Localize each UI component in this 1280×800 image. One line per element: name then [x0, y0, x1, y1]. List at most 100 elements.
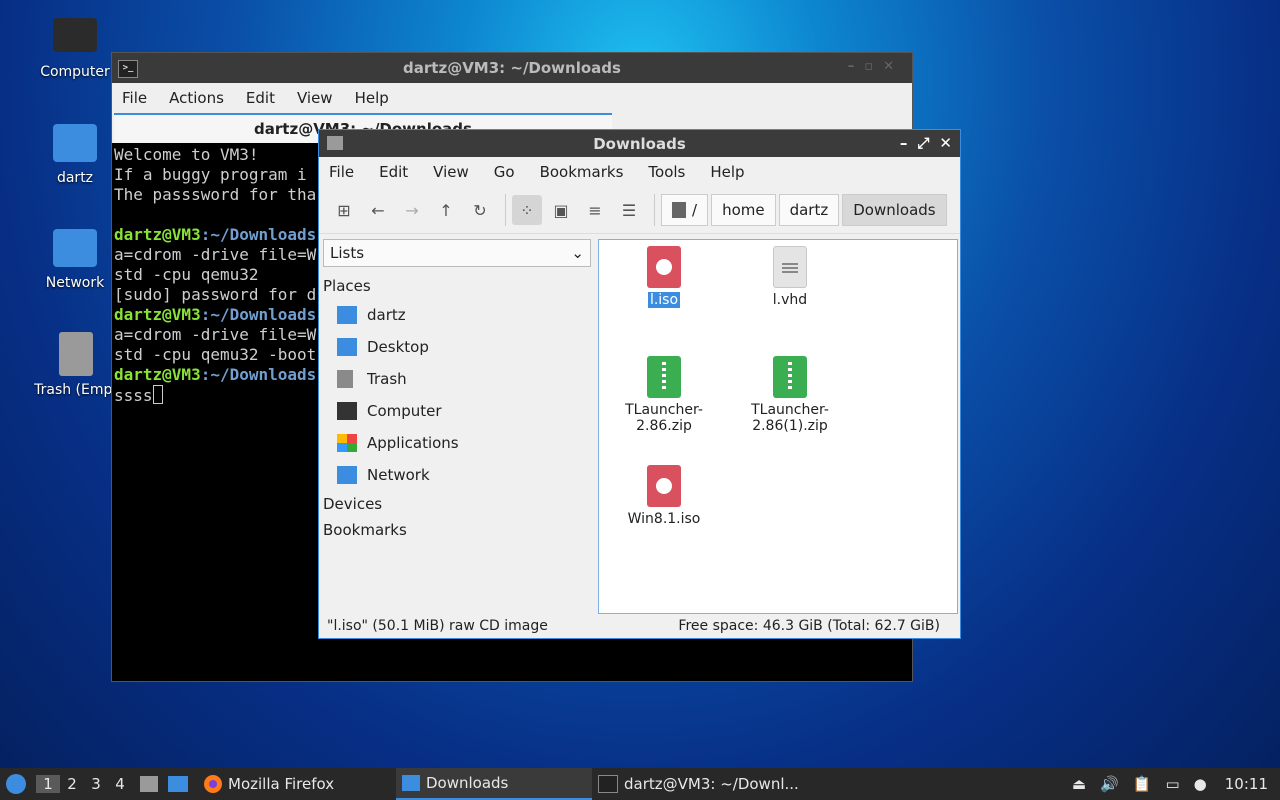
start-menu-icon[interactable] [6, 774, 26, 794]
terminal-menu-edit[interactable]: Edit [246, 89, 275, 107]
back-icon[interactable]: ← [363, 195, 393, 225]
terminal-menu-file[interactable]: File [122, 89, 147, 107]
desktop-icon-home[interactable]: dartz [30, 124, 120, 186]
minimize-icon[interactable]: – [900, 134, 908, 152]
chevron-down-icon: ⌄ [571, 244, 584, 262]
volume-icon[interactable]: 🔊 [1100, 775, 1119, 793]
workspace-4[interactable]: 4 [108, 775, 132, 793]
fm-menu-bookmarks[interactable]: Bookmarks [540, 163, 624, 181]
file-name: TLauncher-2.86.zip [625, 402, 703, 434]
close-icon[interactable]: ✕ [939, 134, 952, 152]
terminal-cursor [152, 385, 163, 404]
show-desktop-icon[interactable] [168, 776, 188, 792]
task-firefox[interactable]: Mozilla Firefox [198, 768, 396, 800]
fm-menu-view[interactable]: View [433, 163, 469, 181]
document-icon [773, 246, 807, 288]
place-label: Desktop [367, 338, 429, 356]
task-downloads[interactable]: Downloads [396, 768, 592, 800]
compact-view-icon[interactable]: ≡ [580, 195, 610, 225]
file-name: l.vhd [772, 292, 808, 308]
breadcrumb-root[interactable]: / [661, 194, 709, 226]
file-item[interactable]: l.vhd [725, 246, 855, 308]
file-item[interactable]: l.iso [599, 246, 729, 308]
prompt-user: dartz@VM3 [114, 365, 201, 384]
terminal-line: If a buggy program i [114, 165, 307, 184]
fm-toolbar: ⊞ ← → ↑ ↻ ⁘ ▣ ≡ ☰ / home dartz Downloads [319, 187, 960, 234]
terminal-titlebar[interactable]: >_ dartz@VM3: ~/Downloads –▫✕ [112, 53, 912, 83]
file-item[interactable]: TLauncher-2.86(1).zip [725, 356, 855, 434]
devices-header[interactable]: Devices [319, 491, 595, 517]
terminal-title: dartz@VM3: ~/Downloads [403, 59, 621, 77]
system-tray: ⏏ 🔊 📋 ▭ ● 10:11 [1058, 775, 1280, 793]
network-folder-icon [337, 466, 357, 484]
terminal-line: Welcome to VM3! [114, 145, 259, 164]
file-name: l.iso [647, 292, 681, 308]
bookmarks-header[interactable]: Bookmarks [319, 517, 595, 543]
task-label: dartz@VM3: ~/Downl... [624, 775, 799, 793]
breadcrumb-dartz[interactable]: dartz [778, 194, 840, 226]
task-terminal[interactable]: dartz@VM3: ~/Downl... [592, 768, 805, 800]
icon-view-icon[interactable]: ⁘ [512, 195, 542, 225]
terminal-line: a=cdrom -drive file=W [114, 245, 317, 264]
file-manager-window[interactable]: Downloads – ⤢ ✕ File Edit View Go Bookmark… [318, 129, 961, 639]
place-desktop[interactable]: Desktop [319, 331, 595, 363]
place-dartz[interactable]: dartz [319, 299, 595, 331]
prompt-path: :~/Downloads [200, 305, 317, 324]
desktop-icon-network[interactable]: Network [30, 229, 120, 291]
forward-icon[interactable]: → [397, 195, 427, 225]
place-label: dartz [367, 306, 406, 324]
place-computer[interactable]: Computer [319, 395, 595, 427]
eject-icon[interactable]: ⏏ [1072, 775, 1086, 793]
new-tab-icon[interactable]: ⊞ [329, 195, 359, 225]
applications-icon [337, 434, 357, 452]
up-icon[interactable]: ↑ [431, 195, 461, 225]
toolbar-separator [505, 194, 506, 226]
prompt-user: dartz@VM3 [114, 305, 201, 324]
place-label: Network [367, 466, 430, 484]
clock[interactable]: 10:11 [1225, 775, 1268, 793]
prompt-path: :~/Downloads [200, 365, 317, 384]
file-view[interactable]: l.iso l.vhd TLauncher-2.86.zip TLauncher… [598, 239, 958, 614]
disc-image-icon [647, 465, 681, 507]
notification-icon[interactable]: ● [1194, 775, 1207, 793]
breadcrumb-home[interactable]: home [711, 194, 776, 226]
terminal-window-buttons[interactable]: –▫✕ [848, 59, 904, 74]
fm-menu-edit[interactable]: Edit [379, 163, 408, 181]
place-applications[interactable]: Applications [319, 427, 595, 459]
desktop-icon-label: dartz [56, 170, 94, 186]
place-label: Trash [367, 370, 407, 388]
disc-image-icon [647, 246, 681, 288]
workspace-2[interactable]: 2 [60, 775, 84, 793]
fm-menu-file[interactable]: File [329, 163, 354, 181]
desktop-icon-computer[interactable]: Computer [30, 18, 120, 80]
terminal-icon [598, 775, 618, 793]
workspace-3[interactable]: 3 [84, 775, 108, 793]
thumbnail-view-icon[interactable]: ▣ [546, 195, 576, 225]
file-item[interactable]: Win8.1.iso [599, 465, 729, 527]
fm-menu-help[interactable]: Help [710, 163, 744, 181]
network-status-icon[interactable]: ▭ [1165, 775, 1179, 793]
place-network[interactable]: Network [319, 459, 595, 491]
home-folder-icon [53, 124, 97, 162]
terminal-input[interactable]: ssss [114, 386, 153, 405]
terminal-menu-view[interactable]: View [297, 89, 333, 107]
reload-icon[interactable]: ↻ [465, 195, 495, 225]
terminal-menu-help[interactable]: Help [355, 89, 389, 107]
fm-titlebar[interactable]: Downloads – ⤢ ✕ [319, 130, 960, 157]
clipboard-icon[interactable]: 📋 [1133, 775, 1152, 793]
terminal-icon: >_ [118, 60, 138, 78]
detailed-view-icon[interactable]: ☰ [614, 195, 644, 225]
breadcrumb-downloads[interactable]: Downloads [842, 194, 947, 226]
taskbar: 1 2 3 4 Mozilla Firefox Downloads dartz@… [0, 768, 1280, 800]
maximize-icon[interactable]: ⤢ [917, 134, 929, 152]
places-header[interactable]: Places [319, 273, 595, 299]
workspace-1[interactable]: 1 [36, 775, 60, 793]
file-item[interactable]: TLauncher-2.86.zip [599, 356, 729, 434]
fm-side-pane: Lists ⌄ Places dartz Desktop Trash Compu… [319, 235, 595, 614]
place-trash[interactable]: Trash [319, 363, 595, 395]
fm-menu-tools[interactable]: Tools [648, 163, 685, 181]
fm-menu-go[interactable]: Go [494, 163, 515, 181]
file-manager-launcher-icon[interactable] [140, 776, 158, 792]
side-pane-mode-select[interactable]: Lists ⌄ [323, 239, 591, 267]
terminal-menu-actions[interactable]: Actions [169, 89, 224, 107]
